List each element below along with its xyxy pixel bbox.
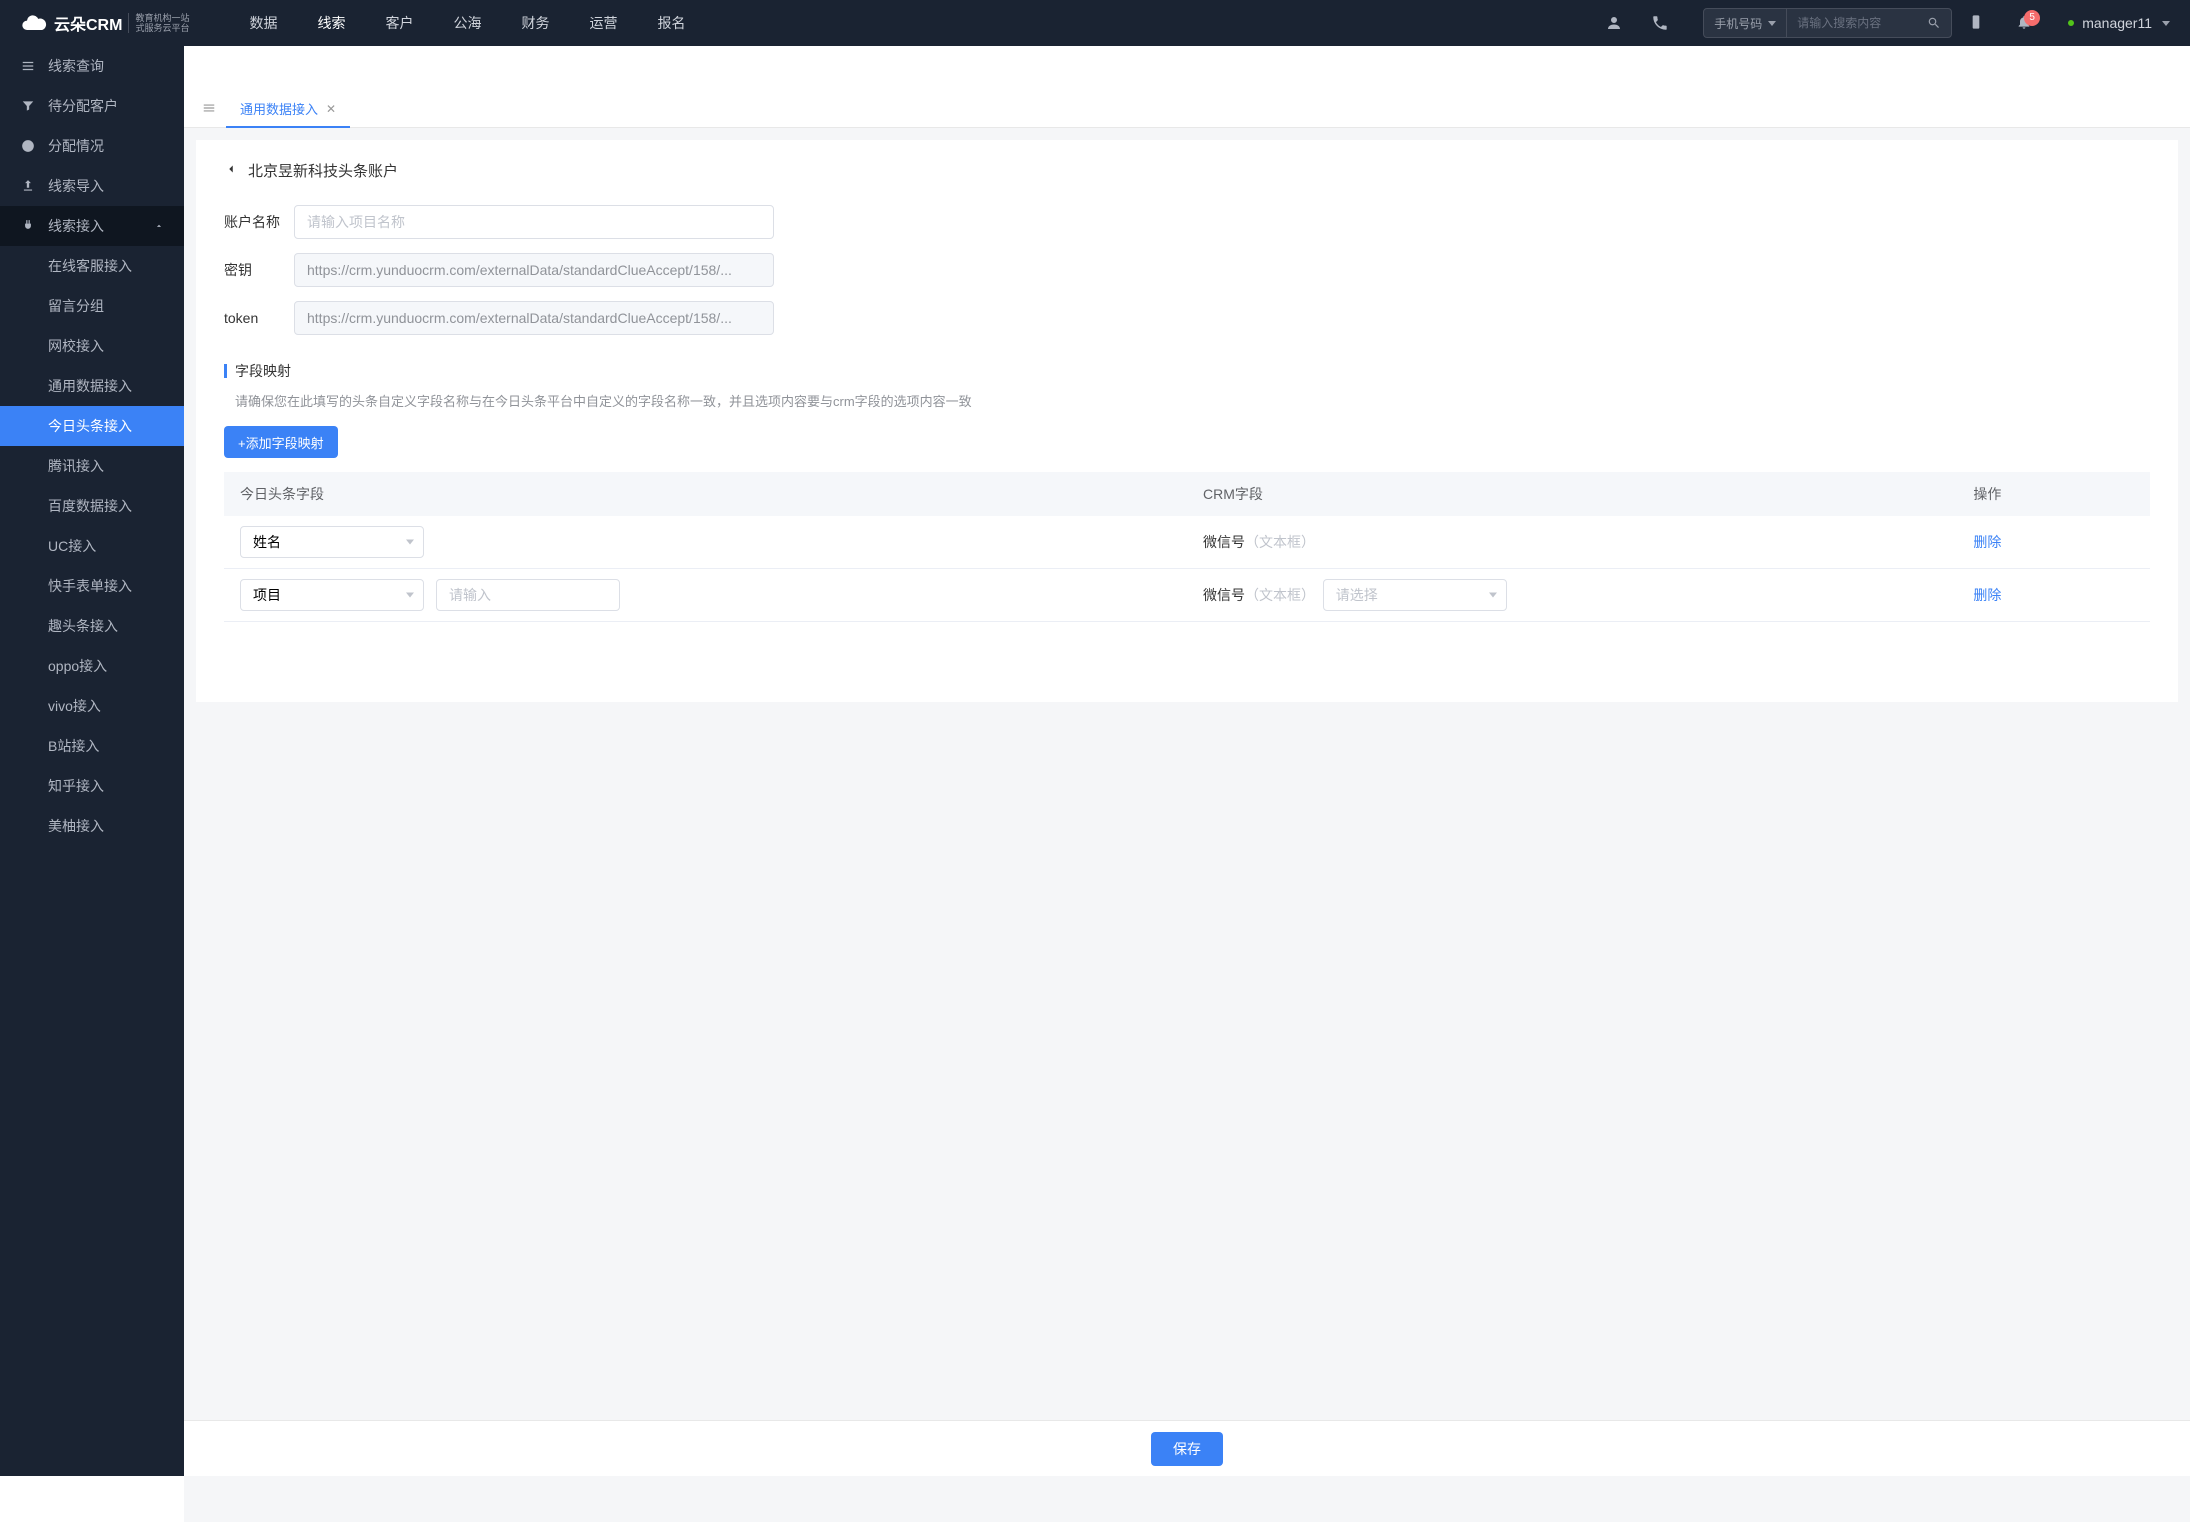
- sidebar-sub-item[interactable]: 美柚接入: [0, 806, 184, 846]
- account-name-input[interactable]: [294, 205, 774, 239]
- toutiao-field-select[interactable]: 姓名: [240, 526, 424, 558]
- back-icon[interactable]: [224, 162, 238, 179]
- account-name-label: 账户名称: [224, 212, 294, 232]
- page-content: 北京昱新科技头条账户 账户名称 密钥 token 字段映射 请确保您在此填写的头…: [196, 140, 2178, 702]
- save-button[interactable]: 保存: [1151, 1432, 1223, 1466]
- sidebar-sub-item[interactable]: 今日头条接入: [0, 406, 184, 446]
- sidebar-sub-item[interactable]: 趣头条接入: [0, 606, 184, 646]
- nav-item[interactable]: 数据: [229, 0, 297, 46]
- user-name: manager11: [2082, 15, 2152, 31]
- list-icon: [20, 58, 36, 74]
- sidebar-sub-item[interactable]: oppo接入: [0, 646, 184, 686]
- chevron-down-icon: [2162, 21, 2170, 26]
- breadcrumb: 北京昱新科技头条账户: [224, 160, 2150, 181]
- secret-label: 密钥: [224, 260, 294, 280]
- sidebar-item-label: 线索接入: [48, 216, 104, 236]
- cloud-logo-icon: [20, 9, 48, 37]
- crm-field-label: 微信号: [1203, 534, 1245, 550]
- nav-item[interactable]: 财务: [501, 0, 569, 46]
- tab-bar: 通用数据接入 ✕: [184, 92, 2190, 128]
- status-dot-icon: [2068, 20, 2074, 26]
- main-area: 通用数据接入 ✕ 北京昱新科技头条账户 账户名称 密钥 token 字段映射 请确…: [184, 92, 2190, 1522]
- sidebar-sub-item[interactable]: vivo接入: [0, 686, 184, 726]
- nav-item[interactable]: 客户: [365, 0, 433, 46]
- logo: 云朵CRM 教育机构一站 式服务云平台: [20, 9, 189, 37]
- top-nav: 数据线索客户公海财务运营报名: [229, 0, 1591, 46]
- logo-text: 云朵CRM: [54, 11, 122, 35]
- logo-subtext: 教育机构一站 式服务云平台: [128, 13, 189, 33]
- app-header: 云朵CRM 教育机构一站 式服务云平台 数据线索客户公海财务运营报名 手机号码 …: [0, 0, 2190, 46]
- sidebar-sub-item[interactable]: 腾讯接入: [0, 446, 184, 486]
- nav-item[interactable]: 运营: [569, 0, 637, 46]
- search-bar: 手机号码: [1703, 8, 1952, 38]
- sidebar-item[interactable]: 线索接入: [0, 206, 184, 246]
- sidebar-item[interactable]: 线索导入: [0, 166, 184, 206]
- sidebar-item[interactable]: 线索查询: [0, 46, 184, 86]
- nav-item[interactable]: 公海: [433, 0, 501, 46]
- table-row: 姓名 微信号（文本框） 删除: [224, 516, 2150, 569]
- sidebar-item[interactable]: 分配情况: [0, 126, 184, 166]
- secret-input[interactable]: [294, 253, 774, 287]
- sidebar-item-label: 待分配客户: [48, 96, 118, 116]
- nav-item[interactable]: 线索: [297, 0, 365, 46]
- sidebar-sub-item[interactable]: 通用数据接入: [0, 366, 184, 406]
- sidebar-sub-item[interactable]: 知乎接入: [0, 766, 184, 806]
- tab-label: 通用数据接入: [240, 99, 318, 118]
- delete-button[interactable]: 删除: [1973, 587, 2001, 603]
- plug-icon: [20, 218, 36, 234]
- close-icon[interactable]: ✕: [326, 102, 336, 116]
- col-toutiao-field: 今日头条字段: [224, 472, 1187, 516]
- tab-menu-icon[interactable]: [192, 101, 226, 118]
- phone-icon[interactable]: [1637, 0, 1683, 46]
- person-icon[interactable]: [1591, 0, 1637, 46]
- search-type-select[interactable]: 手机号码: [1704, 9, 1787, 37]
- crm-field-label: 微信号: [1203, 587, 1245, 603]
- bell-icon[interactable]: 5: [2000, 14, 2048, 33]
- col-crm-field: CRM字段: [1187, 472, 1957, 516]
- sidebar-item-label: 分配情况: [48, 136, 104, 156]
- mapping-table: 今日头条字段 CRM字段 操作 姓名微信号（文本框）删除项目微信号（文本框） 请…: [224, 472, 2150, 622]
- page-title: 北京昱新科技头条账户: [248, 160, 398, 181]
- section-bar-icon: [224, 364, 227, 378]
- crm-field-hint: （文本框）: [1245, 534, 1315, 550]
- sidebar-sub-item[interactable]: 网校接入: [0, 326, 184, 366]
- footer-bar: 保存: [184, 1420, 2190, 1476]
- mobile-icon[interactable]: [1952, 14, 2000, 33]
- filter-icon: [20, 98, 36, 114]
- sidebar-sub-item[interactable]: 快手表单接入: [0, 566, 184, 606]
- sidebar-sub-item[interactable]: UC接入: [0, 526, 184, 566]
- add-mapping-button[interactable]: +添加字段映射: [224, 426, 338, 458]
- mapping-text-input[interactable]: [436, 579, 620, 611]
- notification-badge: 5: [2024, 10, 2040, 26]
- sidebar-sub-item[interactable]: 留言分组: [0, 286, 184, 326]
- sidebar-sub-item[interactable]: 在线客服接入: [0, 246, 184, 286]
- sidebar-sub-item[interactable]: B站接入: [0, 726, 184, 766]
- nav-item[interactable]: 报名: [637, 0, 705, 46]
- token-label: token: [224, 310, 294, 326]
- toutiao-field-select[interactable]: 项目: [240, 579, 424, 611]
- mapping-section-desc: 请确保您在此填写的头条自定义字段名称与在今日头条平台中自定义的字段名称一致，并且…: [235, 391, 2150, 410]
- mapping-section-title: 字段映射: [235, 361, 291, 381]
- delete-button[interactable]: 删除: [1973, 534, 2001, 550]
- chevron-up-icon: [154, 218, 164, 234]
- table-row: 项目 微信号（文本框） 请选择 删除: [224, 569, 2150, 622]
- sidebar-item[interactable]: 待分配客户: [0, 86, 184, 126]
- clock-icon: [20, 138, 36, 154]
- col-action: 操作: [1957, 472, 2150, 516]
- tab[interactable]: 通用数据接入 ✕: [226, 92, 350, 128]
- sidebar-sub-item[interactable]: 百度数据接入: [0, 486, 184, 526]
- crm-field-select[interactable]: 请选择: [1323, 579, 1507, 611]
- search-input[interactable]: [1787, 16, 1917, 30]
- search-button[interactable]: [1917, 16, 1951, 30]
- sidebar: 线索查询待分配客户分配情况线索导入线索接入在线客服接入留言分组网校接入通用数据接…: [0, 46, 184, 1476]
- crm-field-hint: （文本框）: [1245, 587, 1315, 603]
- sidebar-item-label: 线索查询: [48, 56, 104, 76]
- export-icon: [20, 178, 36, 194]
- token-input[interactable]: [294, 301, 774, 335]
- sidebar-item-label: 线索导入: [48, 176, 104, 196]
- user-menu[interactable]: manager11: [2068, 15, 2170, 31]
